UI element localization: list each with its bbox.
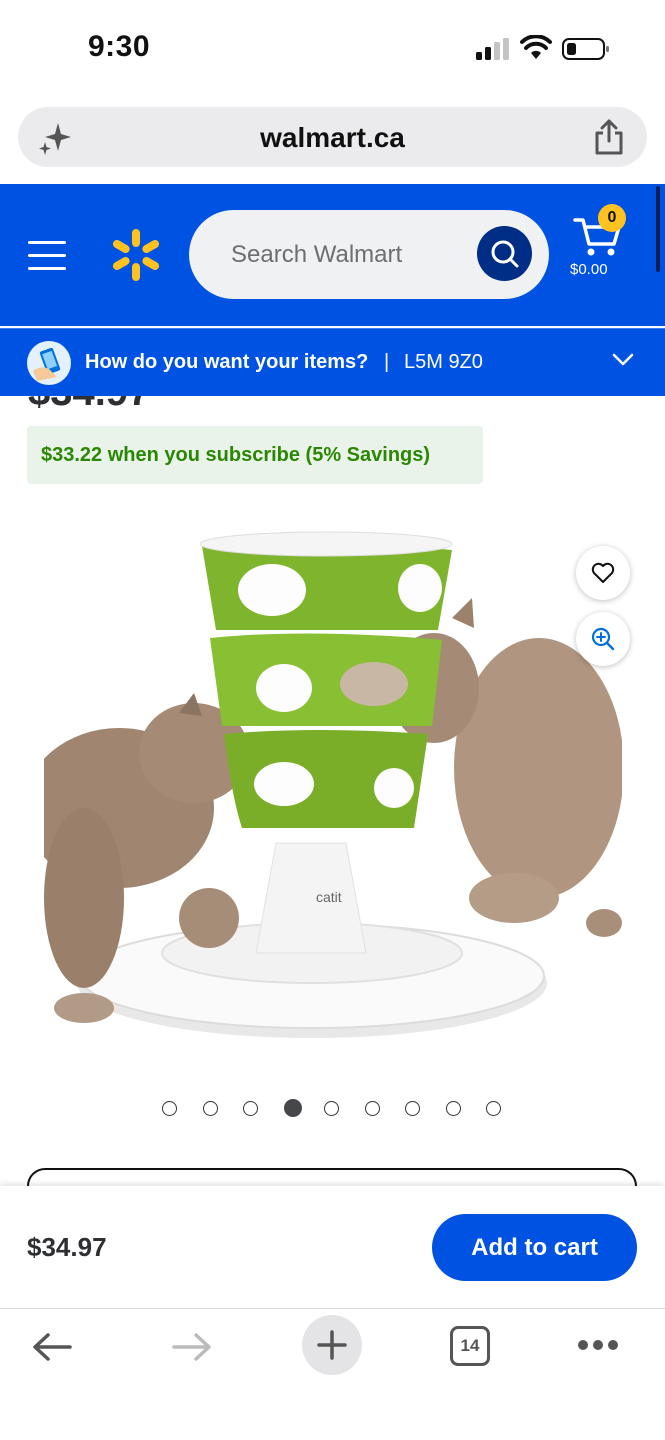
- sticky-price: $34.97: [27, 1232, 107, 1262]
- heart-icon: [591, 562, 615, 583]
- walmart-header: Search Walmart 0 $0.00: [0, 184, 665, 326]
- carousel-dot[interactable]: [324, 1101, 339, 1116]
- subscribe-savings-text: $33.22 when you subscribe (5% Savings): [41, 444, 431, 466]
- carousel-dot[interactable]: [445, 1101, 461, 1116]
- new-tab-button[interactable]: [302, 1315, 362, 1375]
- add-to-cart-button[interactable]: Add to cart: [432, 1214, 637, 1281]
- search-input[interactable]: Search Walmart: [189, 210, 549, 299]
- signal-icon: [476, 38, 509, 60]
- product-brand-text: catit: [316, 889, 342, 905]
- scrollbar[interactable]: [656, 186, 660, 272]
- delivery-separator: |: [384, 351, 390, 373]
- delivery-icon: [27, 341, 71, 385]
- carousel-dot[interactable]: [364, 1101, 380, 1116]
- search-button[interactable]: [477, 226, 532, 281]
- carousel-dot[interactable]: [162, 1101, 177, 1116]
- plus-icon: [317, 1330, 347, 1360]
- zoom-button[interactable]: [576, 612, 630, 666]
- delivery-prompt: How do you want your items?: [85, 351, 369, 373]
- more-icon[interactable]: [577, 1339, 619, 1351]
- search-placeholder: Search Walmart: [231, 241, 403, 268]
- image-carousel-dots[interactable]: [162, 1098, 507, 1118]
- chevron-down-icon[interactable]: [612, 353, 634, 367]
- status-time: 9:30: [88, 30, 151, 63]
- share-icon[interactable]: [593, 119, 625, 155]
- browser-toolbar: 14: [0, 1308, 665, 1440]
- carousel-dot[interactable]: [202, 1101, 218, 1116]
- forward-arrow-icon[interactable]: [170, 1331, 214, 1363]
- tabs-icon[interactable]: 14: [450, 1326, 490, 1366]
- carousel-dot[interactable]: [486, 1101, 501, 1116]
- sticky-buy-bar: $34.97 Add to cart: [0, 1186, 665, 1308]
- carousel-dot[interactable]: [283, 1099, 302, 1117]
- carousel-dot[interactable]: [405, 1101, 420, 1116]
- carousel-dot[interactable]: [243, 1101, 258, 1116]
- url-text[interactable]: walmart.ca: [18, 122, 647, 154]
- zoom-in-icon: [591, 627, 615, 651]
- wifi-icon: [520, 35, 552, 59]
- subscribe-savings-banner: $33.22 when you subscribe (5% Savings): [27, 426, 483, 484]
- product-image[interactable]: catit: [44, 498, 622, 1058]
- battery-icon: [562, 38, 609, 60]
- walmart-spark-icon[interactable]: [110, 229, 162, 281]
- address-bar[interactable]: walmart.ca: [18, 107, 647, 167]
- status-bar: 9:30: [0, 0, 665, 100]
- favorite-button[interactable]: [576, 546, 630, 600]
- cart-count-badge: 0: [598, 204, 626, 232]
- cart-total: $0.00: [570, 261, 608, 278]
- postal-code: L5M 9Z0: [404, 351, 483, 373]
- back-arrow-icon[interactable]: [30, 1331, 74, 1363]
- search-icon: [491, 240, 519, 268]
- delivery-selector[interactable]: How do you want your items? | L5M 9Z0: [0, 328, 665, 396]
- menu-icon[interactable]: [28, 241, 68, 271]
